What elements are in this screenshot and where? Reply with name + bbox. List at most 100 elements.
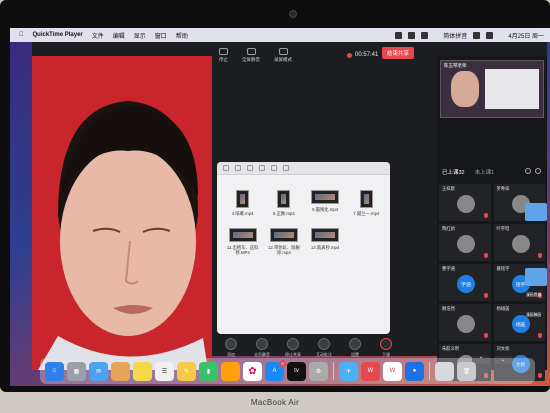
laptop-label: MacBook Air [250, 398, 300, 407]
dock-separator [333, 362, 334, 380]
stop-button[interactable]: 停止 [219, 47, 228, 63]
camera-icon [289, 10, 297, 18]
desktop-label[interactable]: 漫画提纲 [526, 293, 548, 297]
file-item[interactable]: 4.咳嗽.mp4 [223, 190, 262, 216]
finder-icon[interactable]: ☺ [45, 361, 64, 381]
view-grid-icon[interactable] [223, 165, 229, 171]
participant-tile[interactable]: 陶红娇 [439, 224, 491, 261]
mute-all-button[interactable]: 全屏静音 [242, 47, 260, 63]
mic-muted-icon [538, 333, 542, 338]
end-class-icon [380, 338, 392, 350]
add-icon [225, 338, 237, 350]
view-list-icon[interactable] [235, 165, 241, 171]
file-browser-window: 4.咳嗽.mp4 6.正数.mp4 8.脑残化.mp4 7.疑兰一.mp4 11… [217, 162, 390, 334]
participant-tile[interactable]: 王梓默 [439, 184, 491, 221]
wps-office-icon[interactable]: W [383, 361, 402, 381]
share-icon[interactable] [247, 165, 253, 171]
file-name: 8.脑残化.mp4 [312, 207, 339, 212]
wifi-icon[interactable] [473, 31, 481, 39]
record-mode-label: 录屏模式 [274, 56, 292, 62]
meeting-app-icon[interactable]: ● [405, 361, 424, 381]
avatar [457, 235, 475, 253]
wps-icon[interactable]: W [361, 361, 380, 381]
battery-icon[interactable] [421, 31, 429, 39]
recording-dot-icon [347, 52, 352, 58]
notes-icon[interactable] [133, 361, 152, 381]
video-thumbnail [311, 228, 340, 243]
meeting-window: 停止 全屏静音 录屏模式 00:57:41 结束共享 4.咳嗽.mp4 6.正数… [32, 42, 547, 381]
screen:  QuickTime Player 文件 编辑 显示 窗口 帮助 简体拼音 4… [10, 28, 550, 386]
menu-edit[interactable]: 编辑 [113, 31, 125, 40]
app-name[interactable]: QuickTime Player [33, 32, 83, 38]
panel-actions [525, 168, 541, 174]
apple-icon[interactable]:  [19, 32, 24, 38]
desktop-folder-icon[interactable] [525, 268, 547, 286]
trash-icon[interactable]: 🗑 [457, 361, 476, 381]
participant-name: 朱航义昕 [442, 346, 460, 351]
mail-icon[interactable]: ✉ [89, 361, 108, 381]
file-name: 12.带你玩、除删除.mp4 [267, 245, 300, 256]
end-share-button[interactable]: 结束共享 [382, 47, 414, 59]
avatar: 翊菡 [511, 315, 530, 333]
menu-file[interactable]: 文件 [92, 31, 104, 40]
search-icon[interactable] [486, 31, 494, 39]
file-name: 11.出租车、这科修.MP4 [226, 245, 259, 256]
file-item[interactable]: 11.出租车、这科修.MP4 [223, 228, 262, 255]
file-item[interactable]: 13.就表秒.mp4 [306, 228, 345, 255]
laptop-bezel:  QuickTime Player 文件 编辑 显示 窗口 帮助 简体拼音 4… [0, 0, 550, 392]
file-item[interactable]: 12.带你玩、除删除.mp4 [264, 228, 303, 255]
participant-tile[interactable]: 叶宇晗 [493, 224, 545, 261]
participant-tile[interactable]: 曹宇涵 宇涵 [439, 264, 491, 301]
participant-tile[interactable]: 杨翊菡 翊菡 [493, 304, 545, 341]
menu-window[interactable]: 窗口 [155, 31, 167, 40]
menu-clock[interactable]: 4月25日 周一 [508, 31, 544, 40]
launchpad-icon[interactable]: ▦ [67, 361, 86, 381]
file-item[interactable]: 7.疑兰一.mp4 [347, 190, 386, 216]
app-store-icon[interactable]: A9 [265, 359, 286, 381]
search-icon[interactable] [525, 168, 531, 174]
tab-not-joined[interactable]: 未上课1 [475, 168, 495, 178]
record-mode-button[interactable]: 录屏模式 [274, 47, 292, 63]
file-name: 13.就表秒.mp4 [310, 245, 340, 251]
mute-all-icon [256, 338, 268, 350]
participant-name: 陶红娇 [442, 226, 455, 231]
avatar [457, 315, 475, 333]
pages-icon[interactable]: ✎ [177, 361, 196, 381]
timer-text: 00:57:41 [355, 52, 379, 58]
photos-icon[interactable]: ✿ [243, 361, 262, 381]
system-preferences-icon[interactable]: ⚙ [309, 361, 328, 381]
file-item[interactable]: 6.正数.mp4 [264, 190, 303, 216]
mute-all-label: 全屏静音 [242, 56, 260, 62]
wps-icon[interactable] [395, 31, 403, 39]
menu-view[interactable]: 显示 [134, 31, 146, 40]
file-name: 6.正数.mp4 [273, 211, 295, 216]
participant-tile[interactable]: 顾浩然 [439, 304, 491, 341]
speaker-icon [246, 47, 256, 55]
menu-help[interactable]: 帮助 [176, 31, 188, 40]
participant-name: 顾浩然 [442, 306, 455, 311]
mic-muted-icon [483, 293, 488, 298]
numbers-icon[interactable]: ▮ [199, 361, 218, 381]
record-icon[interactable] [408, 31, 416, 39]
avatar: 宇涵 [457, 275, 475, 293]
messages-icon[interactable]: ✈ [339, 361, 358, 381]
desktop-label[interactable]: 漫画稿画 [526, 313, 548, 317]
contacts-icon[interactable] [111, 361, 130, 381]
participant-name: 罗青梓 [496, 186, 510, 191]
mic-muted-icon [538, 253, 542, 258]
more-icon[interactable] [271, 165, 277, 171]
apple-tv-icon[interactable]: tv [287, 361, 306, 381]
user-icon[interactable] [535, 168, 541, 174]
file-item[interactable]: 8.脑残化.mp4 [306, 190, 345, 216]
teacher-preview[interactable]: 陈玉琴老师 [440, 60, 544, 118]
downloads-icon[interactable] [435, 361, 454, 381]
search-icon[interactable] [283, 165, 289, 171]
keynote-icon[interactable] [221, 361, 240, 381]
desktop-folder-icon[interactable] [525, 203, 547, 221]
video-thumbnail [311, 190, 340, 204]
tab-joined[interactable]: 已上课32 [442, 168, 465, 178]
video-thumbnail [277, 190, 291, 208]
input-method[interactable]: 简体拼音 [443, 31, 467, 40]
tag-icon[interactable] [259, 165, 265, 171]
reminders-icon[interactable]: ☰ [155, 361, 174, 381]
